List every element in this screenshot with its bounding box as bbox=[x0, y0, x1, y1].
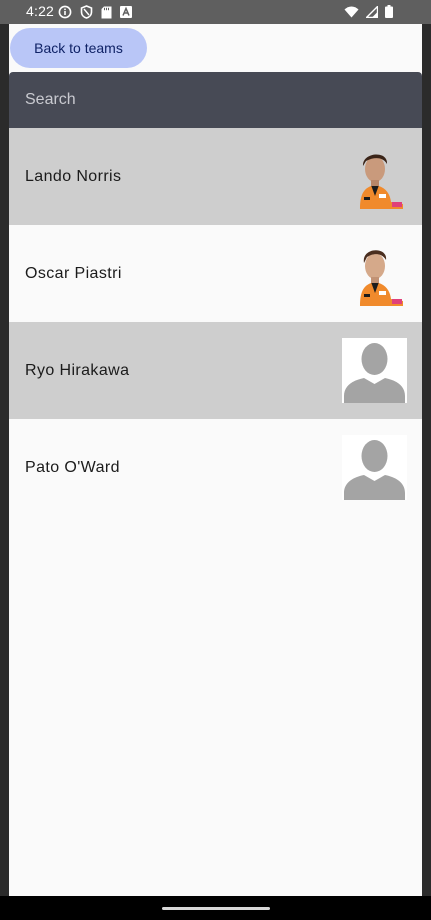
driver-photo bbox=[342, 241, 407, 306]
text-icon bbox=[120, 6, 132, 18]
status-left-icons bbox=[58, 5, 132, 19]
team-drivers-screen: Back to teams Lando Norris bbox=[9, 24, 422, 896]
back-to-teams-button[interactable]: Back to teams bbox=[10, 28, 147, 68]
driver-name: Lando Norris bbox=[25, 168, 122, 185]
driver-name: Ryo Hirakawa bbox=[25, 362, 130, 379]
driver-row[interactable]: Ryo Hirakawa bbox=[9, 322, 422, 419]
sd-card-icon bbox=[101, 6, 112, 18]
driver-name: Pato O'Ward bbox=[25, 459, 120, 476]
driver-photo bbox=[342, 144, 407, 209]
driver-row[interactable]: Oscar Piastri bbox=[9, 225, 422, 322]
search-input[interactable] bbox=[25, 72, 405, 128]
search-bar[interactable] bbox=[9, 72, 422, 128]
screen-edge-left bbox=[0, 24, 9, 896]
status-time: 4:22 bbox=[26, 3, 55, 19]
driver-list: Lando Norris Oscar Piastri Ryo Hirakawa … bbox=[9, 128, 422, 516]
system-nav-bar bbox=[0, 896, 431, 920]
screen-edge-right bbox=[422, 24, 431, 896]
signal-icon bbox=[366, 5, 378, 18]
driver-row[interactable]: Pato O'Ward bbox=[9, 419, 422, 516]
status-bar: 4:22 bbox=[0, 0, 431, 24]
driver-name: Oscar Piastri bbox=[25, 265, 122, 282]
battery-icon bbox=[385, 5, 393, 18]
home-gesture-handle[interactable] bbox=[162, 907, 270, 910]
back-button-label: Back to teams bbox=[34, 40, 123, 56]
driver-row[interactable]: Lando Norris bbox=[9, 128, 422, 225]
phone-screen: 4:22 Back to teams Search Lando Norris O… bbox=[0, 0, 431, 920]
status-right-icons bbox=[344, 5, 393, 18]
wifi-icon bbox=[344, 6, 359, 17]
placeholder-avatar-icon bbox=[342, 338, 407, 403]
info-icon bbox=[58, 5, 72, 19]
placeholder-avatar-icon bbox=[342, 435, 407, 500]
shield-icon bbox=[80, 5, 93, 19]
